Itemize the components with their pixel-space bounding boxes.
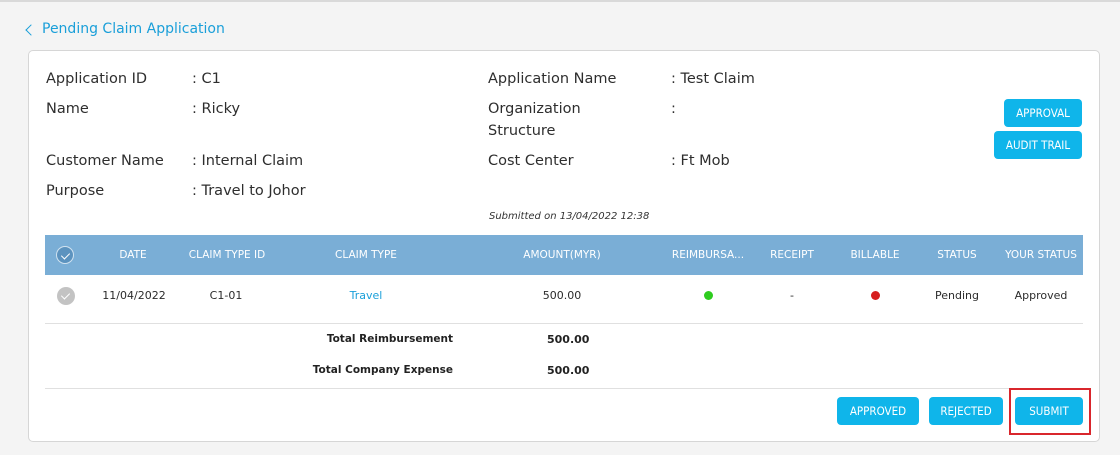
application-name-value: : Test Claim xyxy=(671,71,755,87)
cell-receipt: - xyxy=(790,289,794,302)
header-claim-type-id[interactable]: CLAIM TYPE ID xyxy=(178,235,276,275)
purpose-value: : Travel to Johor xyxy=(192,183,306,199)
header-your-status[interactable]: YOUR STATUS xyxy=(1005,235,1077,275)
name-label: Name xyxy=(46,101,89,117)
cell-your-status: Approved xyxy=(1014,289,1068,302)
cost-center-label: Cost Center xyxy=(488,153,574,169)
purpose-label: Purpose xyxy=(46,183,105,199)
total-company-expense-label: Total Company Expense xyxy=(312,364,453,376)
approval-button[interactable]: APPROVAL xyxy=(1004,99,1082,127)
back-link-label: Pending Claim Application xyxy=(42,21,225,37)
divider xyxy=(45,388,1083,389)
header-receipt[interactable]: RECEIPT xyxy=(763,235,821,275)
billable-status-dot xyxy=(871,291,880,300)
select-all-checkbox[interactable] xyxy=(56,246,74,264)
audit-trail-button[interactable]: AUDIT TRAIL xyxy=(994,131,1082,159)
reimbursable-status-dot xyxy=(704,291,713,300)
header-amount[interactable]: AMOUNT(MYR) xyxy=(512,235,612,275)
table-row[interactable]: 11/04/2022 C1-01 Travel 500.00 - Pending… xyxy=(45,275,1083,324)
org-structure-value: : xyxy=(671,101,676,117)
header-billable[interactable]: BILLABLE xyxy=(845,235,905,275)
application-name-label: Application Name xyxy=(488,71,617,87)
chevron-left-icon xyxy=(25,23,37,36)
cost-center-value: : Ft Mob xyxy=(671,153,730,169)
back-link[interactable]: Pending Claim Application xyxy=(25,21,225,37)
total-reimbursement-value: 500.00 xyxy=(547,333,590,346)
application-id-value: : C1 xyxy=(192,71,221,87)
cell-claim-type-link[interactable]: Travel xyxy=(335,275,397,317)
rejected-button[interactable]: REJECTED xyxy=(929,397,1003,425)
customer-name-value: : Internal Claim xyxy=(192,153,304,169)
name-value: : Ricky xyxy=(192,101,241,117)
header-claim-type[interactable]: CLAIM TYPE xyxy=(324,235,408,275)
org-structure-label-line2: Structure xyxy=(488,123,556,139)
header-reimbursable[interactable]: REIMBURSA... xyxy=(669,235,747,275)
application-id-label: Application ID xyxy=(46,71,148,87)
total-company-expense-value: 500.00 xyxy=(547,364,590,377)
org-structure-label-line1: Organization xyxy=(488,101,581,117)
header-status[interactable]: STATUS xyxy=(929,235,985,275)
claims-table-header: DATE CLAIM TYPE ID CLAIM TYPE AMOUNT(MYR… xyxy=(45,235,1083,275)
total-reimbursement-label: Total Reimbursement xyxy=(326,333,453,345)
cell-status: Pending xyxy=(935,289,979,302)
cell-amount: 500.00 xyxy=(542,289,582,302)
submit-highlight-box xyxy=(1009,388,1091,435)
cell-claim-type-id: C1-01 xyxy=(209,289,243,302)
header-date[interactable]: DATE xyxy=(103,235,163,275)
customer-name-label: Customer Name xyxy=(46,153,164,169)
submitted-timestamp: Submitted on 13/04/2022 12:38 xyxy=(489,211,650,222)
claim-card: Application ID : C1 Name : Ricky Custome… xyxy=(28,50,1100,442)
cell-date: 11/04/2022 xyxy=(102,289,166,302)
row-checkbox[interactable] xyxy=(57,287,75,305)
approved-button[interactable]: APPROVED xyxy=(837,397,919,425)
